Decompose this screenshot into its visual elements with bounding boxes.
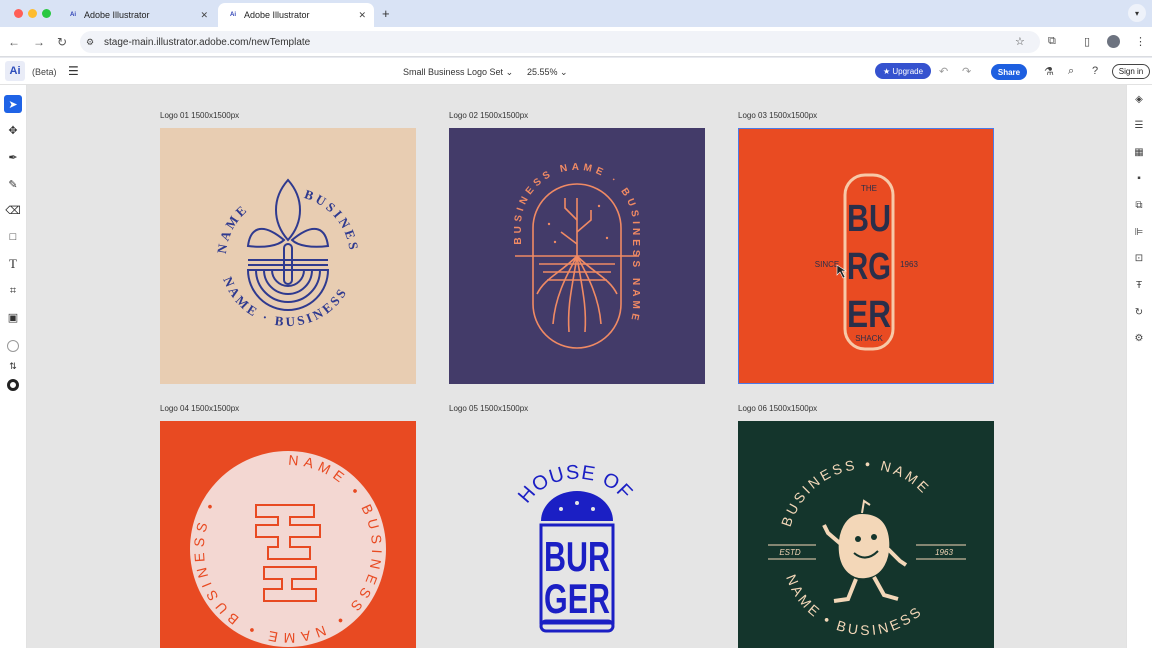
labs-flask-icon[interactable]: ⚗ bbox=[1044, 65, 1054, 78]
url-text[interactable]: stage-main.illustrator.adobe.com/newTemp… bbox=[104, 37, 310, 48]
site-info-icon[interactable]: ⚙ bbox=[86, 37, 94, 48]
upgrade-button[interactable]: ★ Upgrade bbox=[875, 63, 931, 79]
artboard-logo-05[interactable]: HOUSE OF BUR GER bbox=[449, 421, 705, 648]
profile-avatar-icon[interactable] bbox=[1107, 35, 1120, 48]
tab-search-chevron-icon[interactable]: ▾ bbox=[1128, 4, 1146, 22]
character-text-icon[interactable]: Ŧ bbox=[1131, 277, 1147, 293]
browser-tab-2[interactable]: Ai Adobe Illustrator ✕ bbox=[218, 3, 374, 27]
logo-06-estd-text: ESTD bbox=[779, 548, 801, 557]
bookmark-star-icon[interactable]: ☆ bbox=[1015, 35, 1025, 48]
direct-selection-tool-icon[interactable]: ✥ bbox=[4, 121, 22, 139]
logo-03-since-text: SINCE bbox=[815, 260, 839, 269]
reload-icon[interactable]: ↻ bbox=[57, 35, 67, 49]
app-header bbox=[0, 58, 1152, 85]
logo-05-line1: BUR bbox=[544, 533, 610, 580]
forward-arrow-icon[interactable]: → bbox=[33, 35, 45, 49]
illustrator-logo[interactable]: Ai bbox=[5, 61, 25, 81]
artboard-logo-02[interactable]: BUSINESS NAME · BUSINESS NAME bbox=[449, 128, 705, 384]
side-panel-icon[interactable]: ▯ bbox=[1084, 35, 1090, 48]
search-icon[interactable]: ⌕ bbox=[1068, 65, 1074, 78]
zoom-dropdown[interactable]: 25.55% ⌄ bbox=[527, 67, 568, 78]
logo-03-year-text: 1963 bbox=[900, 260, 918, 269]
artboard-label[interactable]: Logo 01 1500x1500px bbox=[160, 111, 239, 120]
svg-text:BUSINESS: BUSINESS bbox=[160, 128, 362, 253]
close-window-button[interactable] bbox=[14, 9, 23, 18]
pathfinder-icon[interactable]: ⧉ bbox=[1131, 197, 1147, 213]
artboard-label[interactable]: Logo 03 1500x1500px bbox=[738, 111, 817, 120]
sign-in-button[interactable]: Sign in bbox=[1112, 64, 1150, 79]
browser-tab-1[interactable]: Ai Adobe Illustrator ✕ bbox=[58, 3, 216, 27]
artboard-logo-04[interactable]: NAME • BUSINESS • NAME • BUSINESS • bbox=[160, 421, 416, 648]
document-name-dropdown[interactable]: Small Business Logo Set ⌄ bbox=[403, 67, 513, 78]
artboard-logo-01[interactable]: NAME BUSINESS NAME · BUSINESS bbox=[160, 128, 416, 384]
pen-tool-icon[interactable]: ✒ bbox=[4, 148, 22, 166]
artboard-label[interactable]: Logo 02 1500x1500px bbox=[449, 111, 528, 120]
artboard-logo-06[interactable]: BUSINESS • NAME NAME • BUSINESS ESTD 196… bbox=[738, 421, 994, 648]
undo-icon[interactable]: ↶ bbox=[939, 65, 948, 78]
swap-colors-icon[interactable]: ⇅ bbox=[4, 357, 22, 375]
extensions-icon[interactable]: ⧉ bbox=[1048, 35, 1056, 48]
eraser-tool-icon[interactable]: ⌫ bbox=[4, 201, 22, 219]
illustrator-favicon-icon: Ai bbox=[70, 12, 76, 18]
artboard-label[interactable]: Logo 06 1500x1500px bbox=[738, 404, 817, 413]
star-icon: ★ bbox=[882, 66, 893, 76]
close-tab-icon[interactable]: ✕ bbox=[200, 10, 208, 21]
chevron-down-icon: ⌄ bbox=[505, 67, 514, 77]
logo-03-line2: RG bbox=[847, 246, 891, 288]
swatches-icon[interactable]: ▦ bbox=[1131, 144, 1147, 160]
help-icon[interactable]: ? bbox=[1092, 65, 1098, 77]
logo-03-the-text: THE bbox=[861, 184, 877, 193]
properties-sliders-icon[interactable]: ☰ bbox=[1131, 117, 1147, 133]
share-button[interactable]: Share bbox=[991, 64, 1027, 80]
artboard-logo-03[interactable]: THE BU RG ER SINCE 1963 SHACK bbox=[738, 128, 994, 384]
logo-02-artwork: BUSINESS NAME · BUSINESS NAME bbox=[513, 162, 639, 349]
settings-gear-icon[interactable]: ⚙ bbox=[1131, 330, 1147, 346]
artboard-label[interactable]: Logo 05 1500x1500px bbox=[449, 404, 528, 413]
logo-05-line2: GER bbox=[544, 575, 610, 622]
stroke-color-icon[interactable] bbox=[4, 376, 22, 394]
redo-icon[interactable]: ↷ bbox=[962, 65, 971, 78]
logo-06-artwork: BUSINESS • NAME NAME • BUSINESS ESTD 196… bbox=[768, 456, 966, 638]
document-name: Small Business Logo Set bbox=[403, 67, 504, 77]
image-trace-tool-icon[interactable]: ▣ bbox=[4, 308, 22, 326]
logo-03-line1: BU bbox=[847, 198, 891, 240]
hamburger-menu-icon[interactable]: ☰ bbox=[68, 64, 79, 78]
logo-01-artwork: NAME BUSINESS NAME · BUSINESS bbox=[160, 128, 362, 329]
chevron-down-icon: ⌄ bbox=[560, 67, 568, 77]
pencil-tool-icon[interactable]: ✎ bbox=[4, 175, 22, 193]
rectangle-tool-icon[interactable]: □ bbox=[4, 228, 22, 246]
back-arrow-icon[interactable]: ← bbox=[8, 35, 20, 49]
logo-04-artwork: NAME • BUSINESS • NAME • BUSINESS • bbox=[190, 451, 386, 647]
tab-title: Adobe Illustrator bbox=[84, 10, 150, 20]
type-tool-icon[interactable]: T bbox=[4, 255, 22, 273]
svg-text:NAME: NAME bbox=[214, 201, 251, 255]
zoom-level: 25.55% bbox=[527, 67, 558, 77]
logo-03-shack-text: SHACK bbox=[855, 334, 883, 343]
logo-05-artwork: HOUSE OF BUR GER bbox=[514, 462, 636, 633]
close-tab-icon[interactable]: ✕ bbox=[358, 10, 366, 21]
logo-06-year-text: 1963 bbox=[935, 548, 953, 557]
illustrator-favicon-icon: Ai bbox=[230, 12, 236, 18]
fill-color-icon[interactable] bbox=[4, 337, 22, 355]
logo-03-artwork: THE BU RG ER SINCE 1963 SHACK bbox=[815, 173, 918, 351]
maximize-window-button[interactable] bbox=[42, 9, 51, 18]
layers-icon[interactable]: ◈ bbox=[1131, 91, 1147, 107]
logo-01-name-text: NAME bbox=[214, 201, 248, 255]
beta-label: (Beta) bbox=[32, 67, 57, 77]
align-icon[interactable]: ⊫ bbox=[1131, 224, 1147, 240]
new-tab-button[interactable]: + bbox=[382, 6, 390, 21]
tab-title: Adobe Illustrator bbox=[244, 10, 310, 20]
transform-icon[interactable]: ⊡ bbox=[1131, 250, 1147, 266]
stroke-curve-icon[interactable]: ↻ bbox=[1131, 304, 1147, 320]
logo-01-business-text: BUSINESS bbox=[160, 128, 359, 253]
crop-tool-icon[interactable]: ⌗ bbox=[4, 282, 22, 300]
selection-tool-icon[interactable]: ➤ bbox=[4, 95, 22, 113]
browser-menu-icon[interactable]: ⋮ bbox=[1135, 35, 1146, 48]
upgrade-label: Upgrade bbox=[892, 66, 924, 76]
artboard-label[interactable]: Logo 04 1500x1500px bbox=[160, 404, 239, 413]
minimize-window-button[interactable] bbox=[28, 9, 37, 18]
logo-03-line3: ER bbox=[847, 294, 891, 336]
comments-icon[interactable]: ▪ bbox=[1131, 170, 1147, 186]
